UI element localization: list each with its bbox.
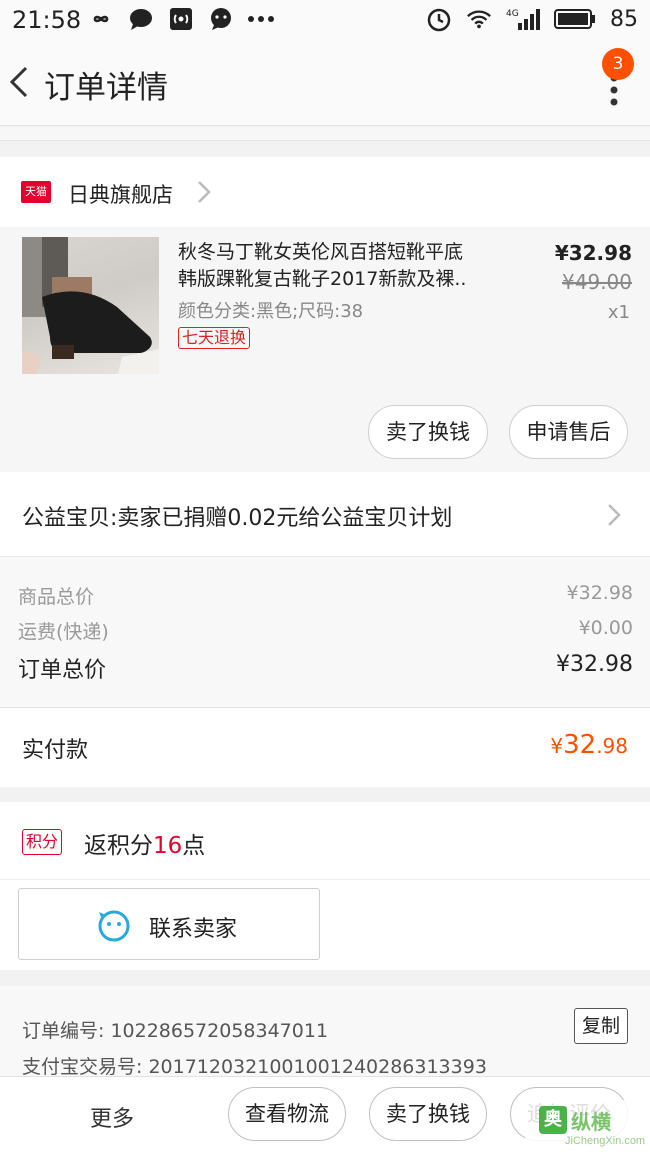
points-row: 积分 返积分16点 (0, 802, 650, 880)
infinity-icon (88, 6, 114, 32)
watermark-logo: 奥 (539, 1106, 567, 1134)
watermark-title: 纵横 (571, 1110, 611, 1134)
copy-button[interactable]: 复制 (574, 1008, 628, 1044)
points-suffix: 点 (182, 833, 206, 859)
seven-day-return-tag: 七天退换 (178, 327, 251, 349)
chevron-right-icon (196, 179, 212, 205)
alipay-number: 支付宝交易号: 2017120321001001240286313393 (22, 1056, 487, 1078)
chevron-right-icon (606, 502, 622, 528)
product-quantity: x1 (607, 302, 630, 323)
watermark-url: JiChengXin.com (565, 1135, 646, 1147)
sell-exchange-bottom-button[interactable]: 卖了换钱 (369, 1087, 487, 1141)
alarm-icon (426, 6, 452, 32)
battery-icon (554, 6, 596, 32)
more-button[interactable]: 更多 (90, 1101, 134, 1133)
paid-label: 实付款 (22, 738, 89, 763)
order-info: 订单编号: 1022865720583470​11 支付宝交易号: 201712… (0, 986, 650, 1078)
product-title[interactable]: 秋冬马丁靴女英伦风百搭短靴平底 韩版踝靴复古靴子2017新款及裸.. (178, 239, 518, 293)
shop-header[interactable]: 天猫 日典旗舰店 (0, 157, 650, 227)
sell-exchange-button[interactable]: 卖了换钱 (368, 405, 488, 459)
battery-percent: 85 (610, 6, 638, 32)
status-bar: 21:58 4G 85 (0, 0, 650, 40)
charity-row[interactable]: 公益宝贝:卖家已捐赠0.02元给公益宝贝计划 (0, 472, 650, 557)
contact-seller-label: 联系卖家 (149, 917, 238, 942)
message-icon (208, 6, 234, 32)
goods-total-value: ¥32.98 (566, 582, 633, 604)
shipping-value: ¥0.00 (578, 617, 633, 639)
points-prefix: 返积分 (84, 833, 153, 859)
product-spec: 颜色分类:黑色;尺码:38 (178, 301, 364, 322)
watermark: 奥 纵横 JiChengXin.com (525, 1100, 650, 1155)
points-text: 返积分16点 (84, 826, 205, 860)
tmall-badge: 天猫 (21, 181, 51, 203)
goods-total-row: 商品总价 ¥32.98 (18, 582, 633, 609)
goods-total-label: 商品总价 (18, 586, 95, 608)
order-total-row: 订单总价 ¥32.98 (18, 652, 633, 684)
notification-badge: 3 (602, 48, 634, 80)
order-total-label: 订单总价 (18, 658, 107, 683)
hotspot-icon (168, 6, 194, 32)
price-summary: 商品总价 ¥32.98 运费(快递) ¥0.00 订单总价 ¥32.98 (0, 557, 650, 707)
chat-face-icon (97, 909, 131, 943)
product-price: ¥32.98 (554, 241, 632, 265)
shipping-label: 运费(快递) (18, 621, 109, 643)
nav-bar: 订单详情 3 (0, 40, 650, 126)
product-title-line-1: 秋冬马丁靴女英伦风百搭短靴平底 (178, 241, 464, 263)
product-title-line-2: 韩版踝靴复古靴子2017新款及裸.. (178, 268, 467, 290)
points-number: 16 (153, 833, 183, 859)
page-title: 订单详情 (44, 70, 168, 106)
contact-seller-button[interactable]: 联系卖家 (18, 888, 320, 960)
status-icons-right: 4G 85 (426, 6, 638, 32)
order-total-value: ¥32.98 (556, 652, 633, 677)
more-dots-icon (248, 6, 274, 32)
paid-currency: ¥ (550, 734, 564, 758)
points-tag: 积分 (22, 829, 63, 855)
view-logistics-button[interactable]: 查看物流 (228, 1087, 346, 1141)
contact-section: 联系卖家 (0, 880, 650, 970)
status-icons-left (88, 6, 274, 32)
signal-4g-icon: 4G (506, 6, 540, 32)
chat-bubble-icon (128, 6, 154, 32)
shipping-row: 运费(快递) ¥0.00 (18, 617, 633, 644)
paid-integer: 32 (563, 730, 597, 760)
apply-aftersale-button[interactable]: 申请售后 (509, 405, 628, 459)
paid-decimal: .98 (596, 734, 628, 758)
divider-strip (0, 127, 650, 141)
svg-text:4G: 4G (506, 9, 519, 19)
paid-amount-row: 实付款 ¥32.98 (0, 707, 650, 787)
wifi-icon (466, 6, 492, 32)
order-number: 订单编号: 1022865720583470​11 (22, 1020, 329, 1042)
paid-amount: ¥32.98 (550, 730, 628, 760)
status-time: 21:58 (12, 6, 82, 34)
original-price: ¥49.00 (562, 270, 632, 294)
back-arrow-icon[interactable] (6, 62, 36, 102)
charity-text: 公益宝贝:卖家已捐赠0.02元给公益宝贝计划 (22, 506, 453, 531)
product-card: 秋冬马丁靴女英伦风百搭短靴平底 韩版踝靴复古靴子2017新款及裸.. 颜色分类:… (0, 227, 650, 472)
shop-name: 日典旗舰店 (68, 183, 173, 207)
product-image[interactable] (22, 237, 159, 374)
